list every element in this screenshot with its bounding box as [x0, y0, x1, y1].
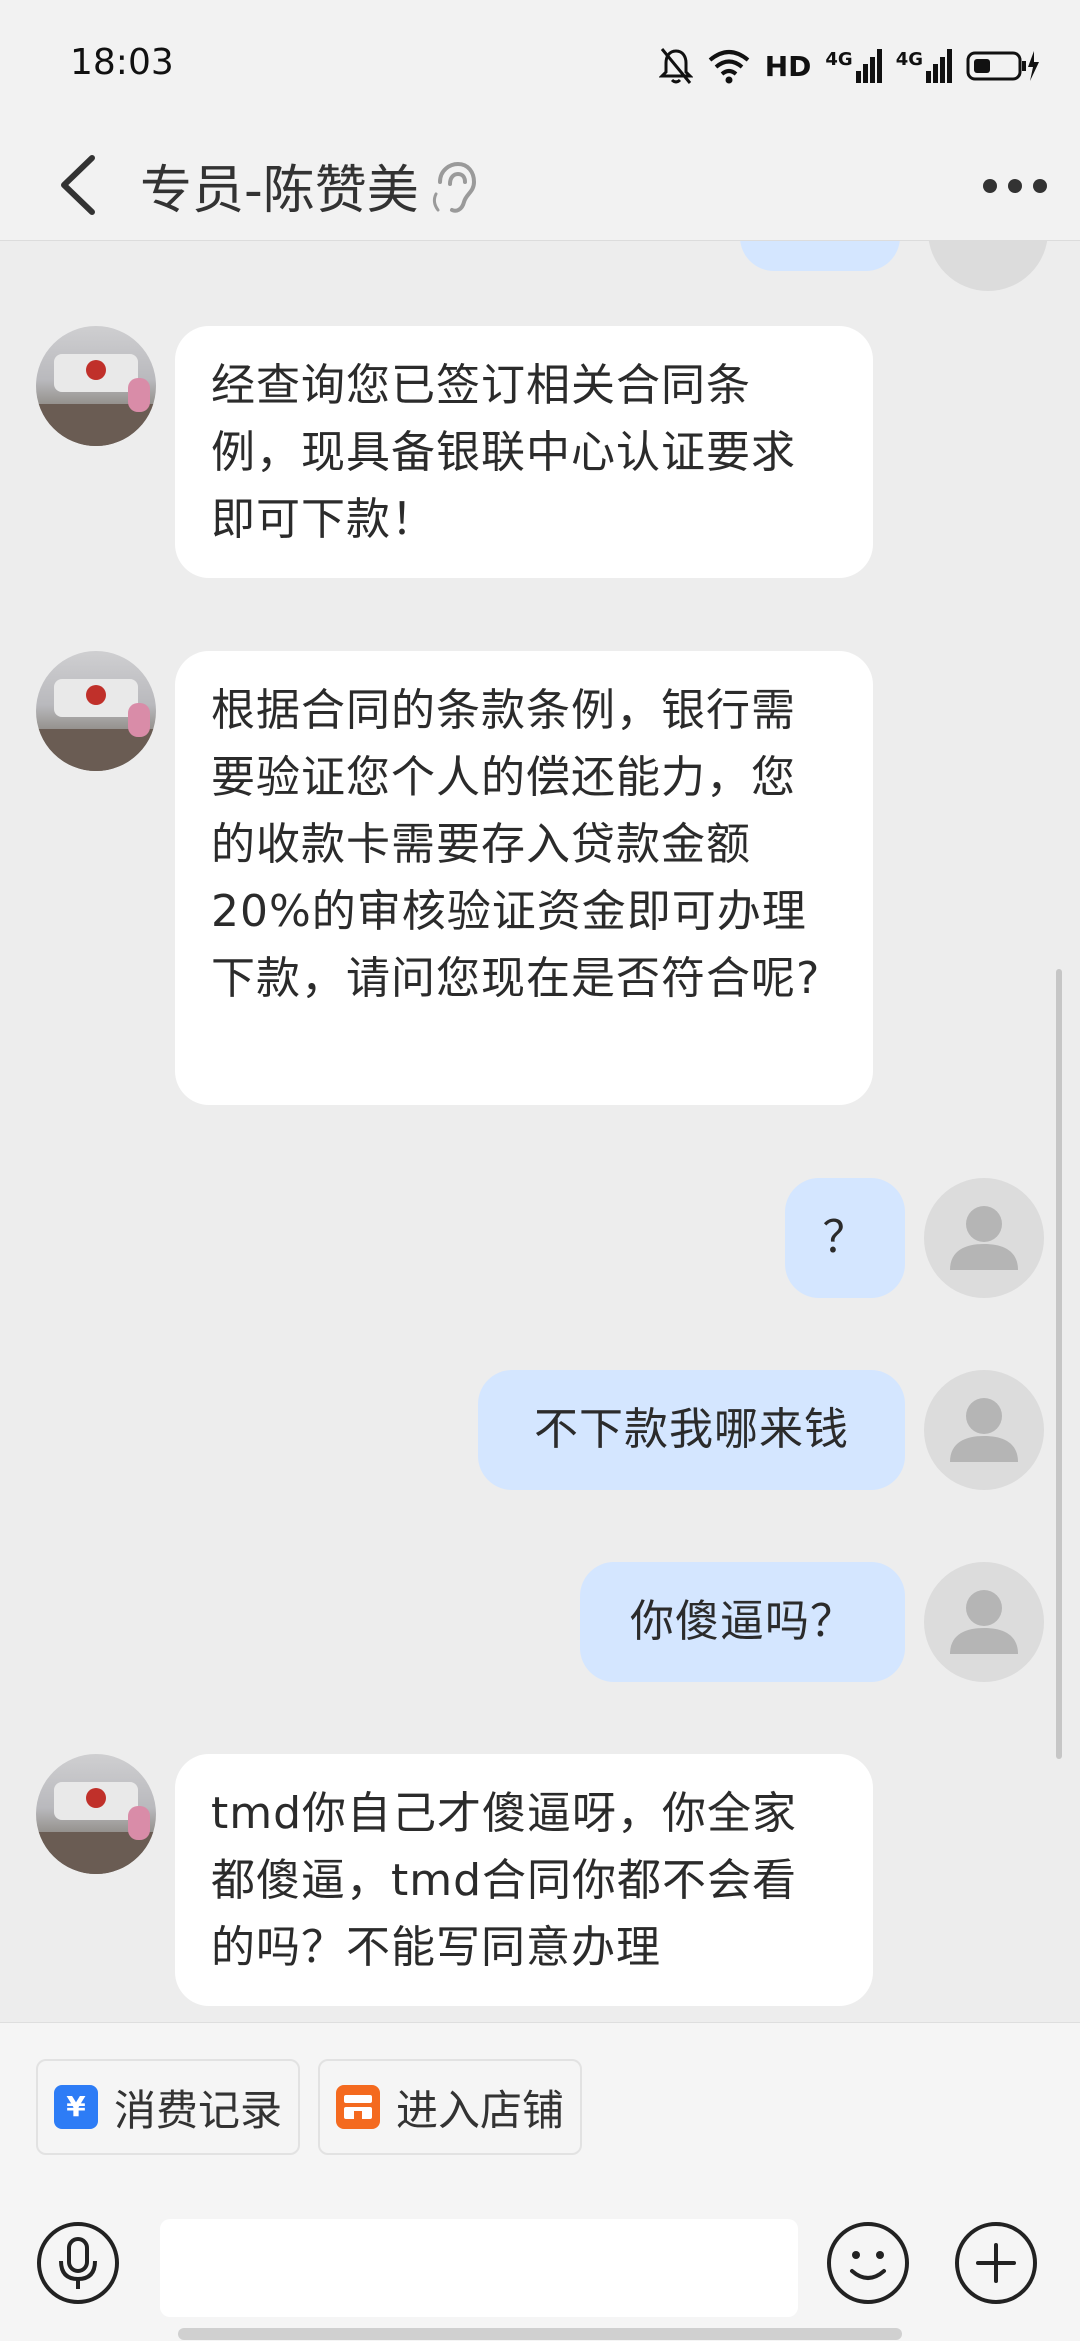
- user-avatar[interactable]: [924, 1562, 1044, 1682]
- quick-action-label: 进入店铺: [396, 2085, 565, 2135]
- more-icon[interactable]: [980, 158, 1050, 214]
- message-bubble-sent[interactable]: ？: [785, 1178, 905, 1298]
- message-bubble-partial: [740, 241, 900, 271]
- user-avatar[interactable]: [924, 1178, 1044, 1298]
- enter-store-button[interactable]: 进入店铺: [318, 2059, 582, 2155]
- status-time: 18:03: [70, 42, 174, 83]
- back-icon[interactable]: [50, 152, 110, 218]
- agent-avatar[interactable]: [36, 1754, 156, 1874]
- battery-charging-icon: [966, 51, 1039, 81]
- message-bubble-received[interactable]: 根据合同的条款条例，银行需要验证您个人的偿还能力，您的收款卡需要存入贷款金额20…: [175, 651, 873, 1105]
- status-icons: HD 4G 4G: [658, 42, 1040, 90]
- agent-avatar[interactable]: [36, 326, 156, 446]
- hd-icon: HD: [764, 49, 812, 83]
- home-indicator[interactable]: [178, 2328, 902, 2340]
- store-icon: [336, 2085, 380, 2129]
- receipt-icon: ¥: [54, 2085, 98, 2129]
- quick-action-label: 消费记录: [114, 2085, 283, 2135]
- scrollbar[interactable]: [1056, 969, 1062, 1759]
- bell-off-icon: [658, 48, 693, 84]
- user-avatar[interactable]: [924, 1370, 1044, 1490]
- message-bubble-received[interactable]: 经查询您已签订相关合同条例，现具备银联中心认证要求即可下款！: [175, 326, 873, 578]
- message-bubble-received[interactable]: tmd你自己才傻逼呀，你全家都傻逼，tmd合同你都不会看的吗？不能写同意办理: [175, 1754, 873, 2006]
- consumption-record-button[interactable]: ¥ 消费记录: [36, 2059, 300, 2155]
- signal-4g-icon: 4G: [896, 49, 952, 83]
- bottom-toolbar: ¥ 消费记录 进入店铺: [0, 2022, 1080, 2341]
- ear-icon[interactable]: [430, 160, 476, 216]
- signal-4g-icon: 4G: [825, 49, 882, 83]
- status-bar: 18:03 HD 4G 4G: [0, 0, 1080, 130]
- agent-avatar[interactable]: [36, 651, 156, 771]
- message-bubble-sent[interactable]: 不下款我哪来钱: [478, 1370, 905, 1490]
- emoji-button[interactable]: [826, 2221, 910, 2305]
- more-actions-button[interactable]: [954, 2221, 1038, 2305]
- message-bubble-sent[interactable]: 你傻逼吗？: [580, 1562, 905, 1682]
- chat-header: 专员-陈赞美: [0, 130, 1080, 241]
- chat-message-list[interactable]: 经查询您已签订相关合同条例，现具备银联中心认证要求即可下款！ 根据合同的条款条例…: [0, 241, 1080, 2021]
- chat-title: 专员-陈赞美: [140, 161, 419, 221]
- wifi-icon: [708, 50, 749, 84]
- message-input[interactable]: [160, 2219, 798, 2317]
- voice-input-button[interactable]: [36, 2221, 120, 2305]
- user-avatar[interactable]: [928, 241, 1048, 291]
